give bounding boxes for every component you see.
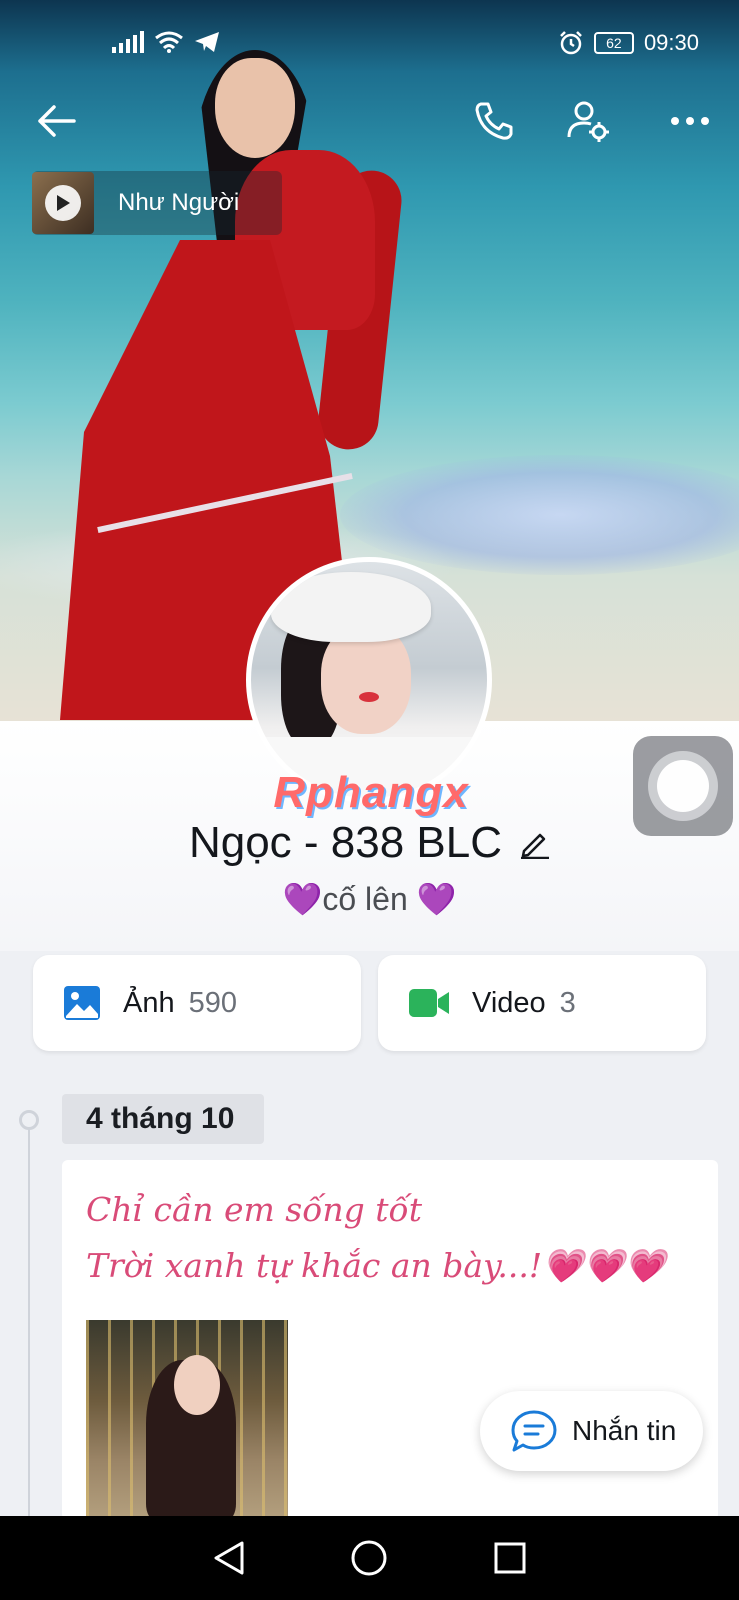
- status-time: 09:30: [643, 30, 699, 55]
- music-title: Như Người: [118, 189, 240, 216]
- timeline-dot: [19, 1110, 39, 1130]
- status-bar: 62 09:30: [0, 0, 739, 90]
- profile-settings-icon[interactable]: [562, 95, 614, 147]
- post-text-line: Chỉ cần em sống tốt: [86, 1190, 423, 1229]
- purple-heart-icon: 💜: [407, 881, 457, 917]
- alarm-icon: [560, 31, 582, 55]
- post-text-line: Trời xanh tự khắc an bày...!💗💗💗: [86, 1246, 666, 1285]
- profile-status: 💜cố lên 💜: [0, 880, 739, 918]
- telegram-icon: [195, 32, 219, 52]
- status-left: [112, 30, 220, 54]
- battery-icon: 62: [593, 32, 634, 54]
- phone-icon[interactable]: [468, 95, 520, 147]
- back-arrow-icon[interactable]: [30, 95, 82, 147]
- videos-count: 3: [559, 986, 576, 1019]
- photos-label: Ảnh: [123, 986, 175, 1019]
- photos-count: 590: [188, 986, 237, 1019]
- avatar-lips: [359, 692, 379, 702]
- profile-name: Ngọc - 838 BLC: [188, 818, 503, 867]
- avatar-hat: [271, 572, 431, 642]
- timeline-line: [28, 1118, 30, 1518]
- message-button[interactable]: Nhắn tin: [480, 1391, 703, 1471]
- videos-card[interactable]: Video 3: [378, 955, 706, 1051]
- watermark: Rphangx: [273, 768, 469, 817]
- nav-back-icon[interactable]: [212, 1540, 246, 1576]
- wifi-icon: [155, 31, 183, 53]
- nav-recents-icon[interactable]: [493, 1541, 527, 1575]
- timeline-date: 4 tháng 10: [62, 1094, 264, 1144]
- profile-music[interactable]: Như Người: [32, 171, 282, 235]
- signal-icon: [112, 31, 144, 53]
- message-button-label: Nhắn tin: [572, 1415, 677, 1446]
- music-thumbnail: [32, 172, 94, 234]
- play-icon[interactable]: [45, 185, 81, 221]
- post-photo[interactable]: [86, 1320, 288, 1520]
- chat-bubble-icon: [511, 1410, 557, 1452]
- image-icon: [64, 986, 100, 1020]
- video-camera-icon: [409, 989, 449, 1017]
- status-text: cố lên: [322, 881, 408, 917]
- more-icon[interactable]: [664, 95, 716, 147]
- nav-home-icon[interactable]: [350, 1539, 388, 1577]
- edit-icon[interactable]: [520, 827, 550, 859]
- system-nav-bar: [0, 1516, 739, 1600]
- status-right: 62 09:30: [558, 30, 699, 56]
- videos-label: Video: [472, 986, 546, 1019]
- avatar[interactable]: [246, 557, 492, 803]
- profile-name-row: Ngọc - 838 BLC: [0, 818, 739, 868]
- purple-heart-icon: 💜: [282, 881, 323, 917]
- photos-card[interactable]: Ảnh 590: [33, 955, 361, 1051]
